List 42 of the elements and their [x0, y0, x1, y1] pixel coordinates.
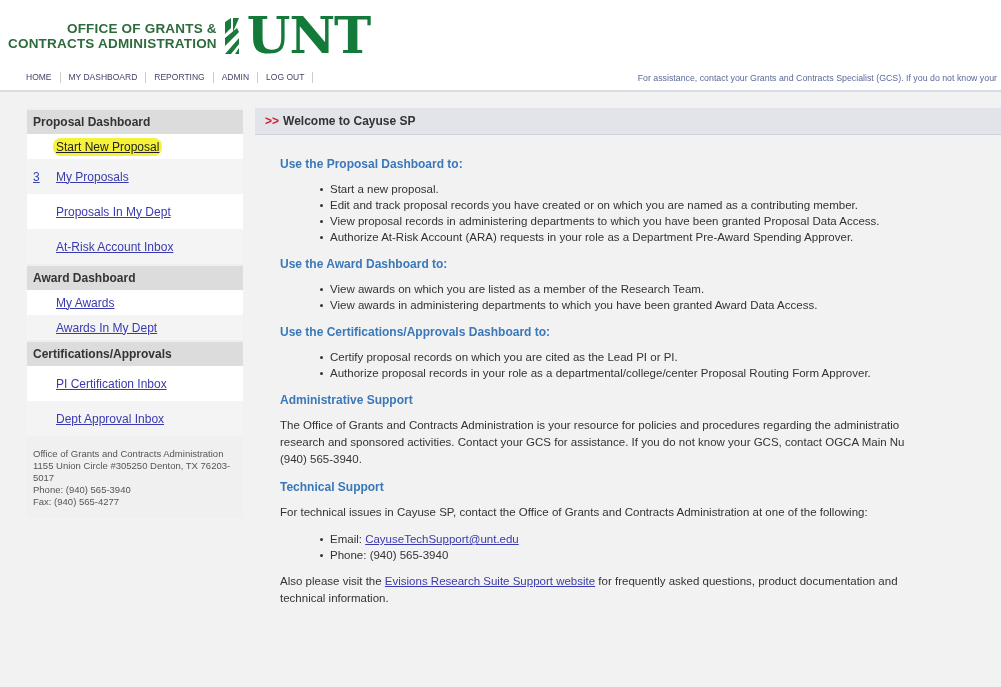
- nav-link[interactable]: LOG OUT: [258, 72, 314, 83]
- section-header: Award Dashboard: [27, 264, 243, 290]
- support-website-link[interactable]: Evisions Research Suite Support website: [384, 575, 596, 587]
- assistance-note: For assistance, contact your Grants and Contracts Specialist (GCS). If you do not know your: [637, 72, 997, 83]
- arrow-marker: >>: [265, 114, 279, 128]
- bullet-text: View awards in administering departments to which you have been granted Award Data Access.: [330, 299, 818, 311]
- section-header: Proposal Dashboard: [27, 108, 243, 134]
- section-heading: Use the Award Dashboard to:: [280, 257, 449, 271]
- section-heading: Use the Certifications/Approvals Dashboard to:: [280, 325, 552, 339]
- panel-title: Welcome to Cayuse SP: [283, 114, 416, 128]
- contact-line: Fax: (940) 565-4277: [33, 496, 121, 508]
- bullet-text: Edit and track proposal records you have created or on which you are named as a contributing member.: [330, 199, 858, 211]
- section-heading: Use the Proposal Dashboard to:: [280, 157, 464, 171]
- bullet-text: View proposal records in administering departments to which you have been granted Proposal Data Access.: [330, 215, 880, 227]
- contact-line: 1155 Union Circle #305250 Denton, TX 76203-5017: [33, 460, 232, 484]
- bullet-text: Authorize proposal records in your role as a departmental/college/center Proposal Routing Form Approver.: [330, 367, 871, 379]
- bullet-text: View awards on which you are listed as a member of the Research Team.: [330, 283, 705, 295]
- email-link[interactable]: CayuseTechSupport@unt.edu: [365, 533, 519, 545]
- office-name: OFFICE OF GRANTS &: [66, 21, 217, 36]
- paragraph: For technical issues in Cayuse SP, contact the Office of Grants and Contracts Administration at one of the following:: [280, 505, 869, 520]
- nav-link[interactable]: HOME: [18, 72, 61, 83]
- nav-link[interactable]: MY DASHBOARD: [60, 72, 147, 83]
- section-heading: Technical Support: [280, 480, 385, 494]
- count-link[interactable]: 3: [33, 169, 53, 184]
- nav-link[interactable]: REPORTING: [146, 72, 214, 83]
- bullet-text: Start a new proposal.: [330, 183, 439, 195]
- bullet-text: Authorize At-Risk Account (ARA) requests in your role as a Department Pre-Award Spending Approver.: [330, 231, 854, 243]
- leaf-stripes-icon: [222, 18, 241, 54]
- section-heading: Administrative Support: [280, 393, 414, 407]
- office-name: CONTRACTS ADMINISTRATION: [8, 36, 217, 51]
- bullet-text: Certify proposal records on which you are cited as the Lead PI or PI.: [330, 351, 678, 363]
- section-header: Certifications/Approvals: [27, 340, 243, 366]
- contact-line: Office of Grants and Contracts Administration: [33, 448, 225, 460]
- nav-link[interactable]: ADMIN: [213, 72, 259, 83]
- paragraph: The Office of Grants and Contracts Administration is your resource for policies and procedures regarding the administratio research and sponsored activities. Contact your GCS for assistance. If you do not know your GCS, contact OGCA Main Nu (940) 565-3940.: [280, 418, 906, 467]
- sidebar-link[interactable]: My Proposals: [53, 167, 132, 186]
- logo-text: UNT: [246, 14, 371, 58]
- bullet-text: Phone: (940) 565-3940: [330, 549, 449, 561]
- contact-line: Phone: (940) 565-3940: [33, 484, 132, 496]
- bullet-text: Email: CayuseTechSupport@unt.edu: [330, 533, 519, 545]
- paragraph: Also please visit the Evisions Research Suite Support website for frequently asked questions, product documentation and technical information.: [280, 574, 899, 606]
- sidebar-link[interactable]: Start New Proposal: [53, 137, 163, 156]
